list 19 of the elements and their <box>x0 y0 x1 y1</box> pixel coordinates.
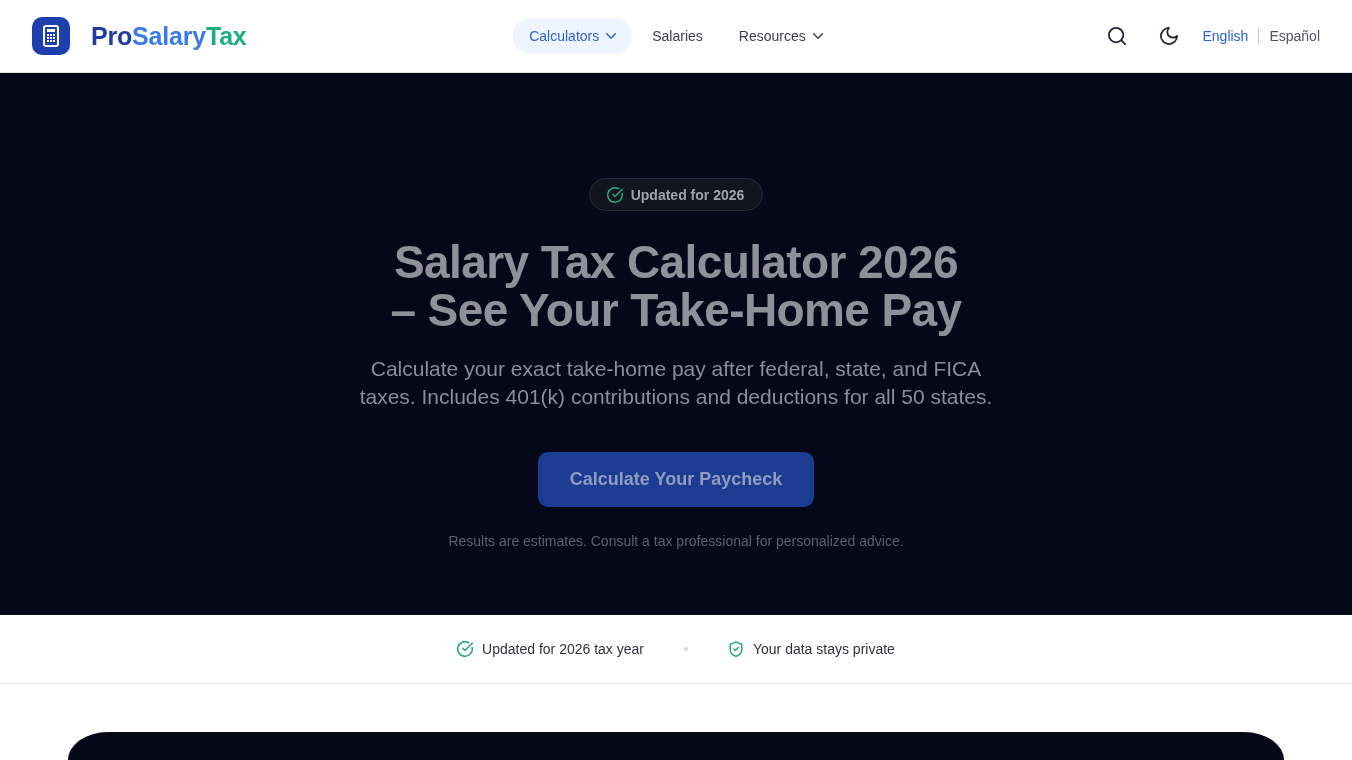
search-icon[interactable] <box>1108 27 1127 45</box>
calculate-button[interactable]: Calculate Your Paycheck <box>537 452 815 507</box>
hero-subtitle: Calculate your exact take-home pay after federal, state, and FICA taxes. Includes 401(k) contributions and deductions for all 50 states. <box>358 356 994 410</box>
check-circle-icon <box>606 186 623 203</box>
trust-text: Your data stays private <box>753 642 895 656</box>
badge-text: Updated for 2026 <box>630 187 745 202</box>
moon-icon[interactable] <box>1160 27 1179 45</box>
nav-menu-item[interactable]: Resources <box>722 18 839 54</box>
trust-text: Updated for 2026 tax year <box>482 642 644 656</box>
language-link[interactable]: Español <box>1269 28 1320 44</box>
check-circle-icon <box>457 641 474 657</box>
logo-text[interactable]: ProSalaryTax <box>91 23 247 49</box>
language-link[interactable]: English <box>1202 28 1249 44</box>
nav-menu-item[interactable]: Salaries <box>636 18 719 54</box>
shield-check-icon <box>728 641 744 657</box>
calculator-logo-icon[interactable] <box>32 17 70 55</box>
hero-title: Salary Tax Calculator 2026 – See Your Take-Home Pay <box>389 238 963 334</box>
disclaimer-text: Results are estimates. Consult a tax professional for personalized advice. <box>448 532 904 551</box>
nav-menu-item[interactable]: Calculators <box>513 18 633 54</box>
